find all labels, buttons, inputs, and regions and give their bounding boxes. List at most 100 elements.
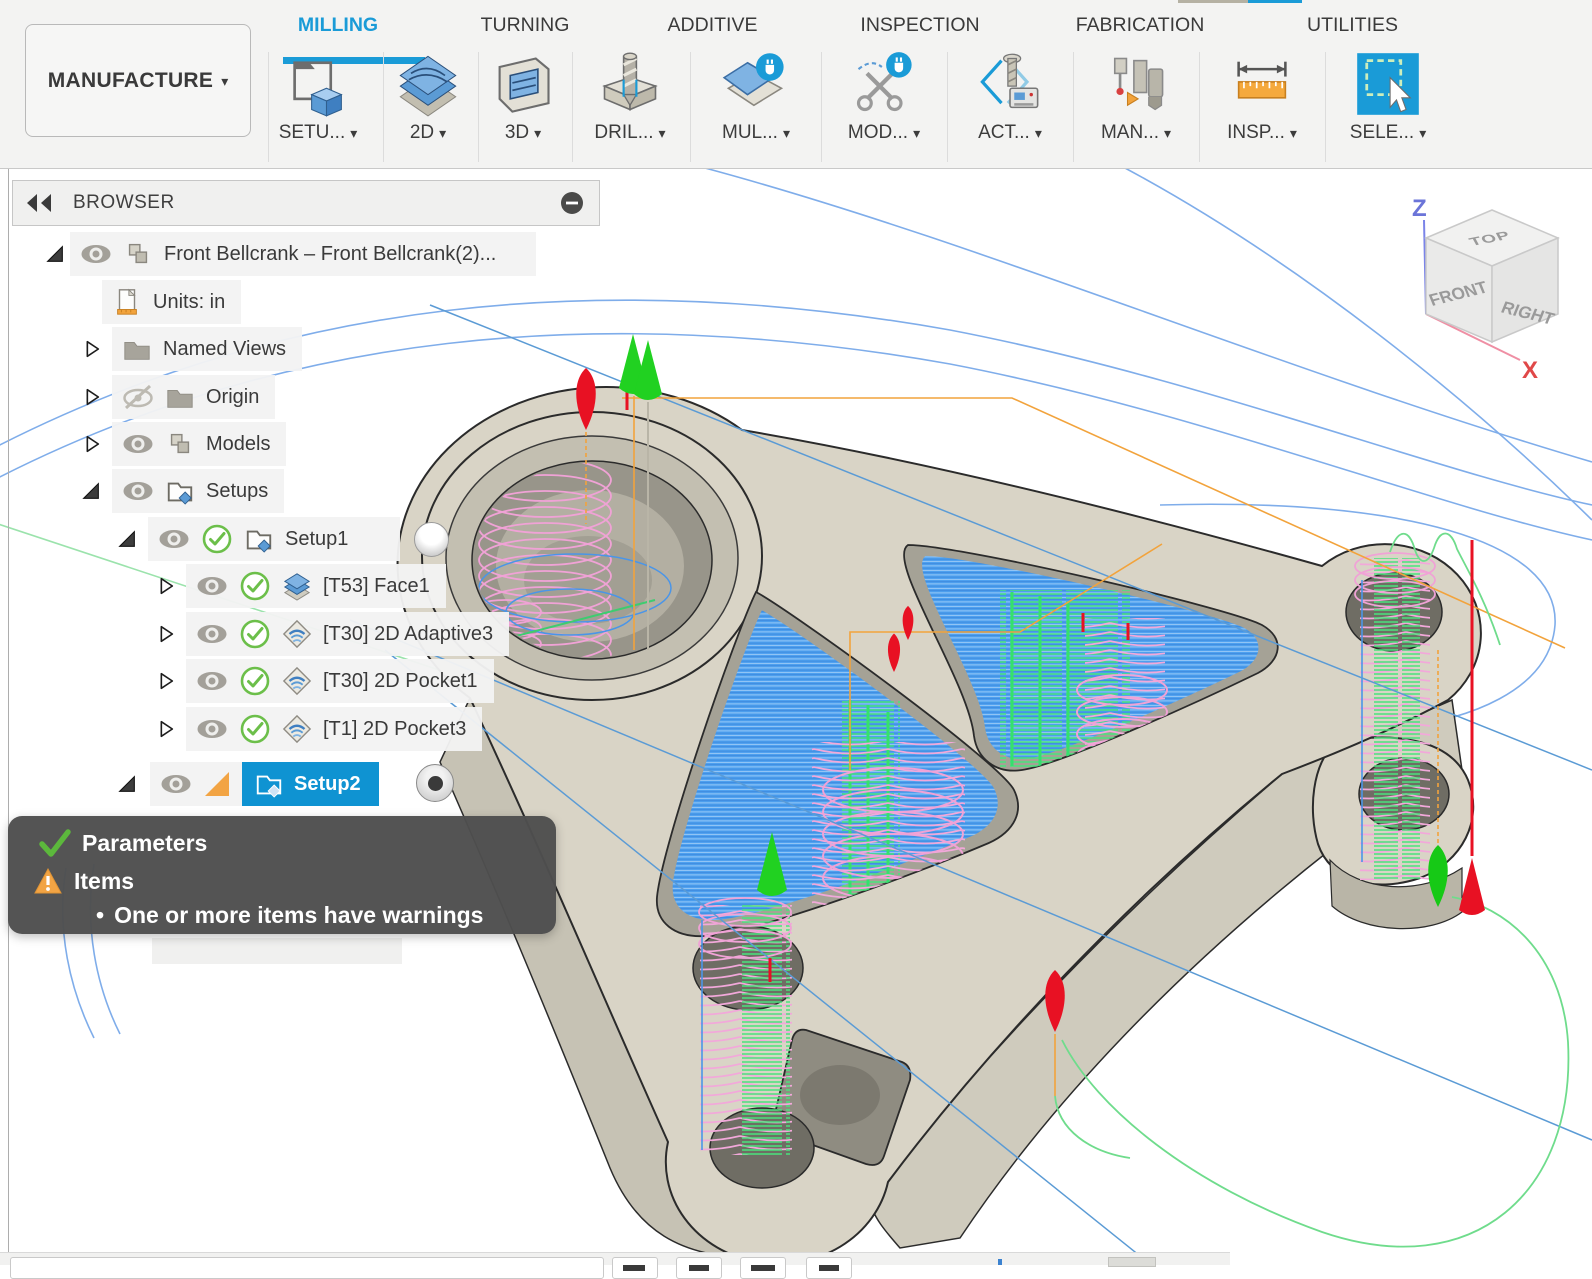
timeline-button[interactable] [612,1257,658,1279]
setup2-wcs-gizmo[interactable] [416,764,454,802]
check-icon [239,570,271,602]
expand-closed-icon[interactable] [154,575,176,597]
viewcube[interactable]: TOP FRONT RIGHT Z X [1398,194,1568,384]
expand-closed-icon[interactable] [154,718,176,740]
browser-row-named-views[interactable]: Named Views [0,327,302,371]
warning-triangle-icon [32,866,64,896]
eye-icon[interactable] [122,428,154,460]
expand-closed-icon[interactable] [80,338,102,360]
toolbar-group-actions[interactable]: ACT...▾ [954,48,1066,164]
toolbar-separator [1073,52,1074,162]
inspect-label: INSP... [1227,122,1285,144]
timeline-track[interactable] [10,1257,604,1279]
expand-open-icon[interactable] [80,480,102,502]
face-operation-icon [282,571,312,601]
browser-row-setups[interactable]: Setups [0,469,284,513]
eye-off-icon[interactable] [122,381,154,413]
pocket3-label: [T1] 2D Pocket3 [323,718,466,741]
expand-open-icon[interactable] [116,773,138,795]
setup-label: SETU... [279,122,346,144]
timeline-button[interactable] [1108,1257,1156,1267]
eye-icon[interactable] [196,618,228,650]
modify-label: MOD... [848,122,908,144]
eye-icon[interactable] [196,665,228,697]
setups-label: Setups [206,480,268,503]
tooltip-items: Items [74,868,134,895]
browser-row-origin[interactable]: Origin [0,375,275,419]
eye-icon[interactable] [122,475,154,507]
tooltip-parameters: Parameters [82,830,207,857]
tooltip-warning-text: One or more items have warnings [114,902,483,929]
browser-row-face1[interactable]: [T53] Face1 [0,564,446,608]
setup2-label: Setup2 [294,773,361,796]
timeline-bar[interactable] [0,1252,1230,1265]
tab-fabrication[interactable]: FABRICATION [1065,9,1215,41]
timeline-button[interactable] [740,1257,786,1279]
toolbar-group-manage[interactable]: MAN...▾ [1080,48,1192,164]
expand-open-icon[interactable] [44,243,66,265]
component-label: Front Bellcrank – Front Bellcrank(2)... [164,243,496,266]
expand-closed-icon[interactable] [154,670,176,692]
pocket1-label: [T30] 2D Pocket1 [323,670,478,693]
chevron-down-icon: ▾ [1290,126,1297,140]
browser-row-setup1[interactable]: Setup1 [0,517,400,561]
toolbar-separator [947,52,948,162]
tab-utilities[interactable]: UTILITIES [1295,9,1410,41]
browser-row-component[interactable]: Front Bellcrank – Front Bellcrank(2)... [0,232,536,276]
toolbar-group-select[interactable]: SELE...▾ [1332,48,1444,164]
setups-folder-icon [254,769,284,799]
face1-label: [T53] Face1 [323,575,430,598]
expand-closed-icon[interactable] [80,386,102,408]
browser-row-models[interactable]: Models [0,422,286,466]
eye-icon[interactable] [196,570,228,602]
boss-counterbore [422,412,762,700]
setup2-selected[interactable]: Setup2 [242,762,379,806]
expand-closed-icon[interactable] [80,433,102,455]
toolbar-group-3d[interactable]: 3D▾ [467,48,579,164]
browser-row-pocket3[interactable]: [T1] 2D Pocket3 [0,707,482,751]
expand-open-icon[interactable] [116,528,138,550]
minimize-icon[interactable] [559,190,585,216]
collapse-left-icon[interactable] [25,192,55,214]
folder-icon [122,334,152,364]
toolbar-group-setup[interactable]: SETU...▾ [262,48,374,164]
eye-icon[interactable] [196,713,228,745]
browser-row-pocket1[interactable]: [T30] 2D Pocket1 [0,659,494,703]
chevron-down-icon: ▾ [221,74,228,88]
folder-icon [165,382,195,412]
setup1-wcs-gizmo[interactable] [414,522,449,557]
timeline-marker [998,1259,1002,1265]
browser-row-adaptive3[interactable]: [T30] 2D Adaptive3 [0,612,509,656]
setups-folder-icon [244,524,274,554]
modify-icon [850,50,918,118]
toolbar-group-drilling[interactable]: DRIL...▾ [574,48,686,164]
units-label: Units: in [153,291,225,314]
tab-turning[interactable]: TURNING [470,9,580,41]
timeline-button[interactable] [676,1257,722,1279]
eye-icon[interactable] [80,238,112,270]
adaptive3-label: [T30] 2D Adaptive3 [323,623,493,646]
units-document-icon [112,287,142,317]
toolbar-group-inspect[interactable]: INSP... ▾ [1206,48,1318,164]
browser-header[interactable]: BROWSER [12,180,600,226]
browser-row-units[interactable]: Units: in [0,280,241,324]
named-views-label: Named Views [163,338,286,361]
timeline-button[interactable] [806,1257,852,1279]
tab-additive[interactable]: ADDITIVE [655,9,770,41]
3d-milling-icon [489,50,557,118]
toolbar-group-modify[interactable]: MOD...▾ [828,48,940,164]
expand-closed-icon[interactable] [154,623,176,645]
workspace-switcher[interactable]: MANUFACTURE ▾ [25,24,251,137]
chevron-down-icon: ▾ [783,126,790,140]
eye-icon[interactable] [158,523,190,555]
toolbar-separator [821,52,822,162]
chevron-down-icon: ▾ [1035,126,1042,140]
toolbar-separator [1325,52,1326,162]
origin-label: Origin [206,386,259,409]
check-icon [201,523,233,555]
tab-inspection[interactable]: INSPECTION [850,9,990,41]
tab-milling[interactable]: MILLING [283,9,393,41]
toolbar-group-multiaxis[interactable]: MUL...▾ [700,48,812,164]
eye-icon[interactable] [160,768,192,800]
browser-row-setup2[interactable]: Setup2 [0,762,379,806]
